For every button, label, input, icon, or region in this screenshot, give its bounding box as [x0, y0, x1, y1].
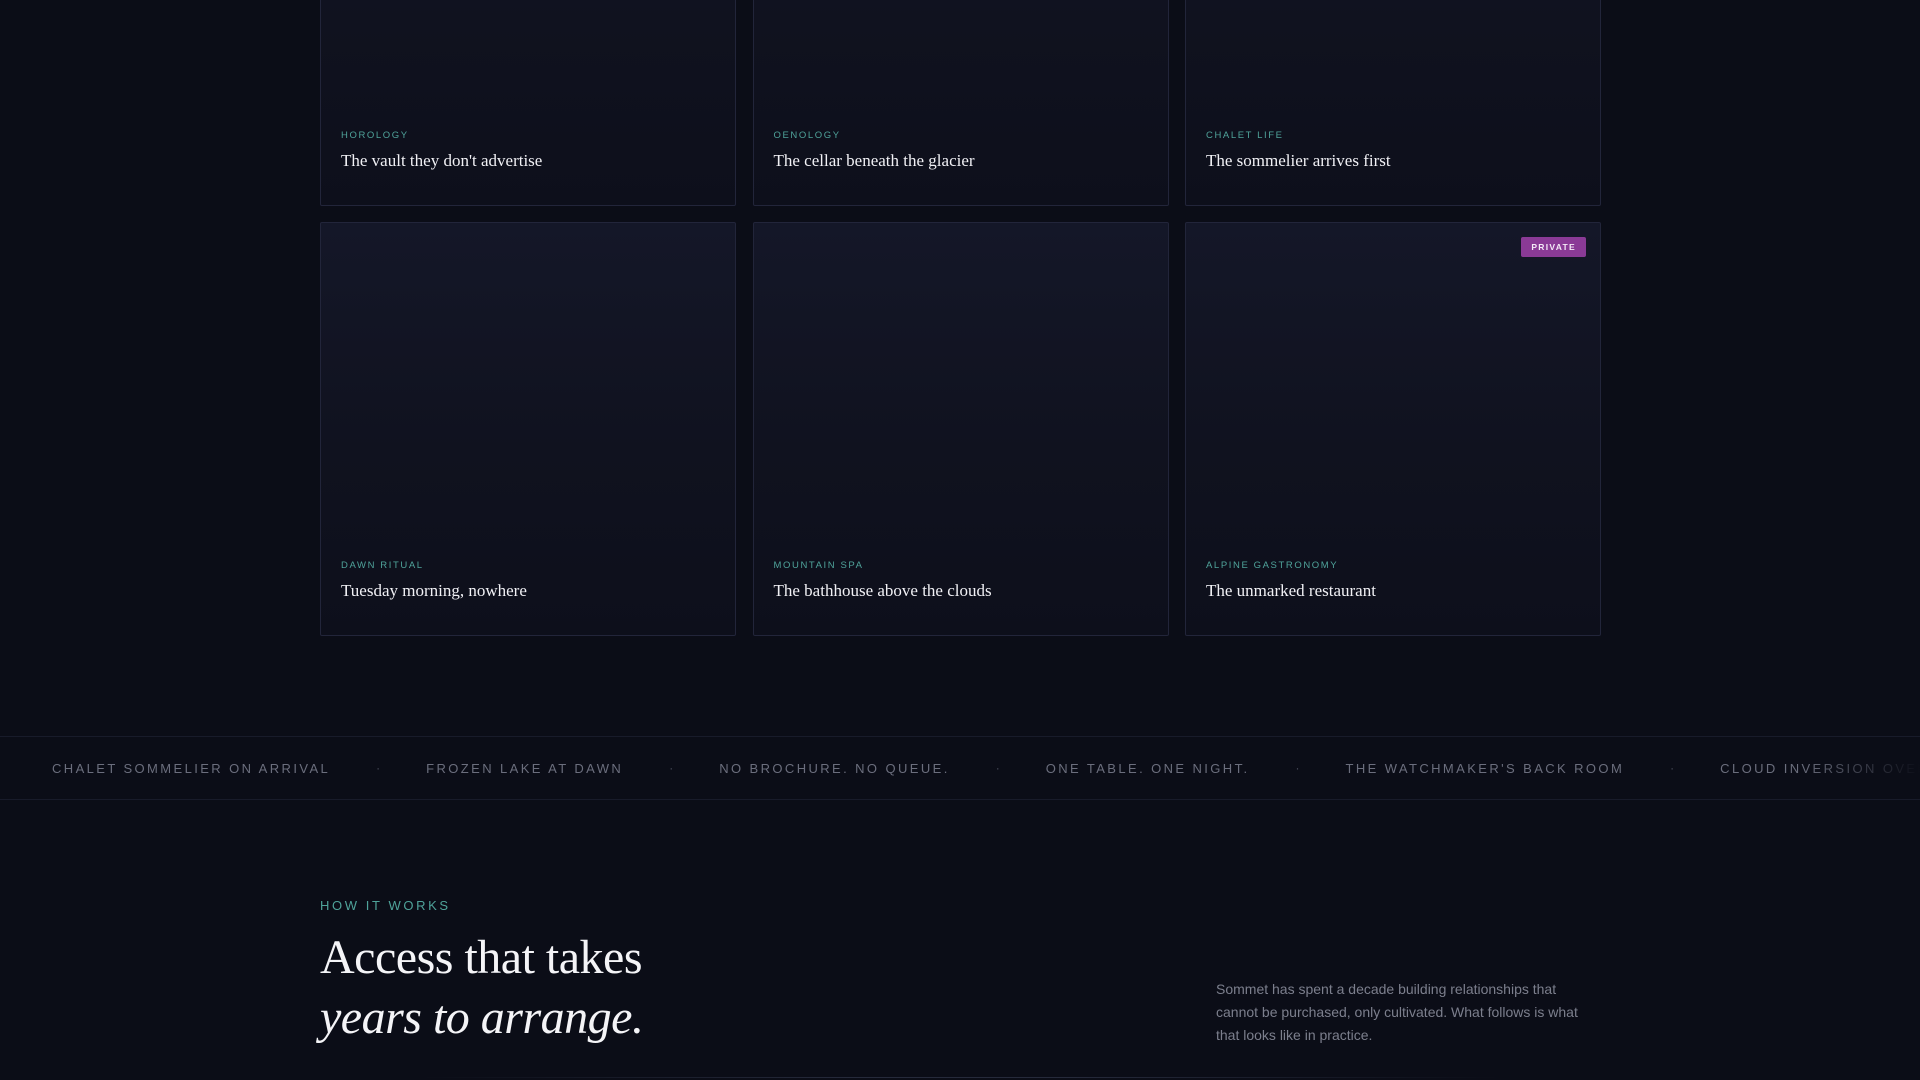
experience-card-alpine-gastronomy[interactable]: PRIVATE ALPINE GASTRONOMY The unmarked r… — [1185, 222, 1601, 636]
ticker-separator: · — [1295, 761, 1300, 775]
ticker-item: NO BROCHURE. NO QUEUE. — [719, 760, 950, 776]
experience-card-horology[interactable]: HOROLOGY The vault they don't advertise — [320, 0, 736, 206]
card-title: The bathhouse above the clouds — [773, 581, 992, 600]
section-eyebrow: HOW IT WORKS — [320, 898, 451, 913]
card-body: DAWN RITUAL Tuesday morning, nowhere — [341, 560, 715, 601]
card-category: CHALET LIFE — [1206, 130, 1284, 141]
card-category: HOROLOGY — [341, 130, 409, 141]
card-category: MOUNTAIN SPA — [773, 560, 864, 571]
headline-line-1: Access that takes — [320, 931, 643, 984]
card-title: The sommelier arrives first — [1206, 151, 1391, 170]
experience-card-mountain-spa[interactable]: MOUNTAIN SPA The bathhouse above the clo… — [752, 222, 1169, 636]
card-body: ALPINE GASTRONOMY The unmarked restauran… — [1206, 560, 1580, 601]
card-title: The vault they don't advertise — [341, 151, 543, 170]
headline-line-2: years to arrange. — [320, 991, 644, 1044]
page: HOROLOGY The vault they don't advertise … — [0, 0, 1920, 1080]
card-category: ALPINE GASTRONOMY — [1206, 560, 1339, 571]
ticker-track: CHALET SOMMELIER ON ARRIVAL · FROZEN LAK… — [52, 737, 1920, 799]
ticker-item: ONE TABLE. ONE NIGHT. — [1045, 760, 1250, 776]
card-title: The cellar beneath the glacier — [773, 151, 975, 170]
ticker-item: FROZEN LAKE AT DAWN — [426, 760, 624, 776]
ticker-separator: · — [995, 761, 1000, 775]
section-intro: Sommet has spent a decade building relat… — [1216, 981, 1578, 1043]
card-body: MOUNTAIN SPA The bathhouse above the clo… — [774, 560, 1148, 601]
private-badge: PRIVATE — [1521, 237, 1586, 257]
card-category: OENOLOGY — [773, 130, 841, 141]
experience-card-dawn-ritual[interactable]: DAWN RITUAL Tuesday morning, nowhere — [320, 222, 736, 636]
section-headline: Access that takes years to arrange. — [320, 928, 644, 1048]
ticker-item: THE WATCHMAKER'S BACK ROOM — [1345, 760, 1625, 776]
experience-card-oenology[interactable]: OENOLOGY The cellar beneath the glacier — [752, 0, 1169, 206]
ticker-item: CHALET SOMMELIER ON ARRIVAL — [52, 760, 331, 776]
card-category: DAWN RITUAL — [341, 560, 424, 571]
experience-grid: HOROLOGY The vault they don't advertise … — [320, 0, 1601, 636]
card-title: Tuesday morning, nowhere — [341, 581, 527, 600]
card-body: CHALET LIFE The sommelier arrives first — [1206, 130, 1580, 171]
divider — [420, 1077, 1500, 1078]
ticker-separator: · — [376, 761, 381, 775]
card-body: OENOLOGY The cellar beneath the glacier — [774, 130, 1148, 171]
ticker-separator: · — [669, 761, 674, 775]
ticker-separator: · — [1670, 761, 1675, 775]
card-body: HOROLOGY The vault they don't advertise — [341, 130, 715, 171]
card-title: The unmarked restaurant — [1206, 581, 1376, 600]
ticker-item: CLOUD INVERSION OVER LUCERNE — [1720, 760, 1920, 776]
experience-ticker: CHALET SOMMELIER ON ARRIVAL · FROZEN LAK… — [0, 736, 1920, 800]
experience-card-chalet-life[interactable]: CHALET LIFE The sommelier arrives first — [1185, 0, 1601, 206]
